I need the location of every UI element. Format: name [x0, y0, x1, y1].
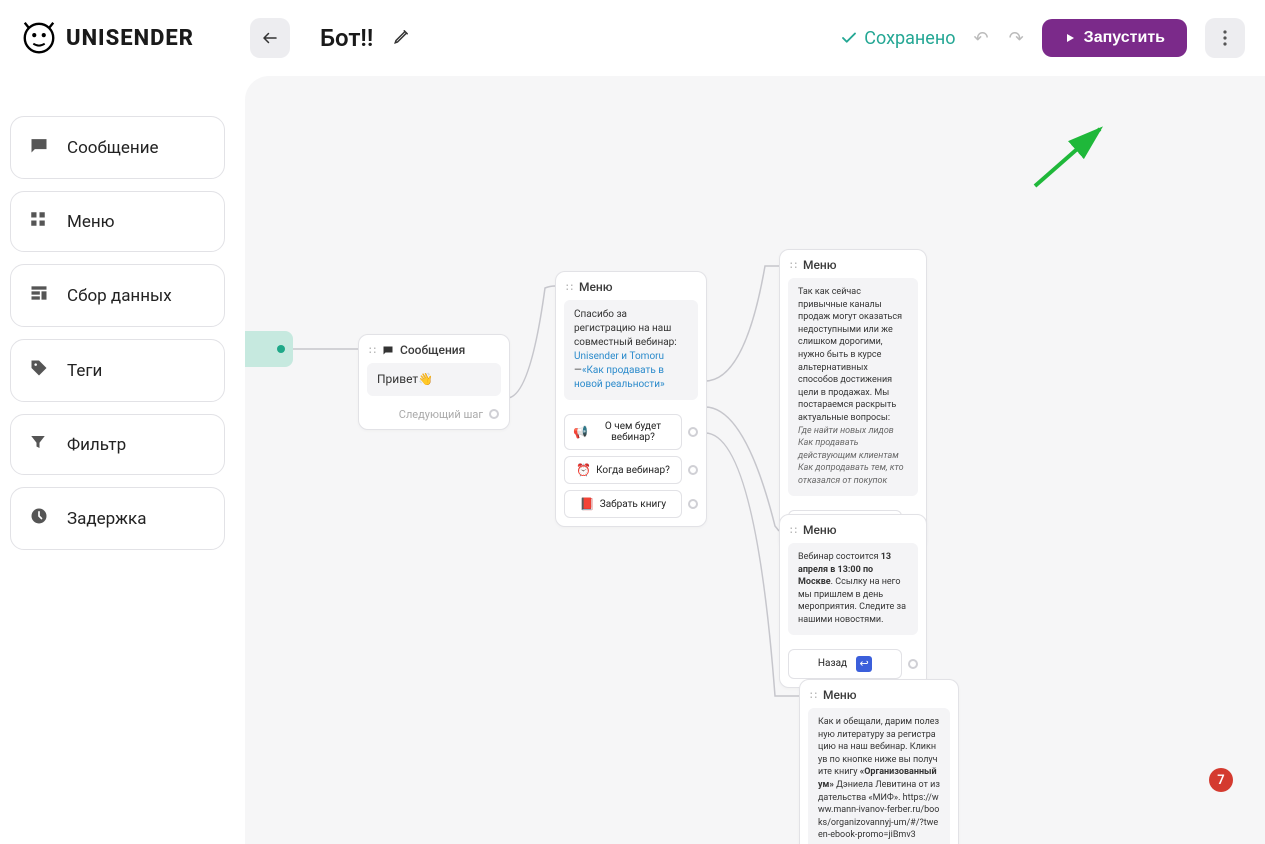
menu-option-book[interactable]: 📕Забрать книгу	[564, 490, 682, 518]
node-header: ∷ Меню	[780, 515, 926, 543]
play-icon	[1064, 32, 1076, 44]
drag-handle-icon[interactable]: ∷	[790, 259, 797, 272]
start-dot-icon	[277, 345, 285, 353]
alarm-icon: ⏰	[576, 463, 591, 477]
arrow-back-icon: ↩	[856, 656, 872, 672]
node-menu-book[interactable]: ∷ Меню Как и обещали, дарим полезную лит…	[799, 679, 959, 844]
menu-option-about[interactable]: 📢О чем будет вебинар?	[564, 414, 682, 450]
saved-status: Сохранено	[840, 28, 955, 49]
brand-logo: UNISENDER	[20, 19, 250, 57]
sidebar: Сообщение Меню Сбор данных Теги Фильтр З…	[0, 76, 235, 844]
connection-lines	[245, 76, 1265, 844]
sidebar-item-label: Теги	[67, 361, 102, 381]
clock-icon	[29, 506, 49, 531]
launch-label: Запустить	[1084, 29, 1165, 47]
node-header: ∷ Сообщения	[359, 335, 509, 363]
logo-icon	[20, 19, 58, 57]
arrow-left-icon	[261, 29, 279, 47]
form-icon	[29, 283, 49, 308]
node-menu-when[interactable]: ∷ Меню Вебинар состоится 13 апреля в 13:…	[779, 514, 927, 688]
app-header: UNISENDER Бот!! Сохранено ↶ ↷ Запустить	[0, 0, 1265, 76]
header-actions: Сохранено ↶ ↷ Запустить	[840, 18, 1245, 58]
notification-badge[interactable]: 7	[1209, 768, 1233, 792]
undo-button[interactable]: ↶	[973, 28, 988, 49]
message-bubble: Привет👋	[367, 363, 501, 396]
drag-handle-icon[interactable]: ∷	[369, 344, 376, 357]
node-messages[interactable]: ∷ Сообщения Привет👋 Следующий шаг	[358, 334, 510, 430]
sidebar-item-tags[interactable]: Теги	[10, 339, 225, 402]
message-bubble: Как и обещали, дарим полезную литературу…	[808, 708, 950, 844]
undo-redo-group: ↶ ↷	[973, 28, 1023, 49]
launch-button[interactable]: Запустить	[1042, 19, 1187, 57]
dots-vertical-icon	[1223, 30, 1227, 46]
drag-handle-icon[interactable]: ∷	[566, 281, 573, 294]
book-icon: 📕	[580, 497, 595, 511]
sidebar-item-label: Сбор данных	[67, 286, 172, 306]
output-port[interactable]	[688, 427, 698, 437]
node-header: ∷ Меню	[556, 272, 706, 300]
check-icon	[840, 29, 858, 47]
more-menu-button[interactable]	[1205, 18, 1245, 58]
drag-handle-icon[interactable]: ∷	[810, 689, 817, 702]
output-port[interactable]	[688, 499, 698, 509]
message-bubble: Так как сейчас привычные каналы продаж м…	[788, 278, 918, 496]
sidebar-item-label: Меню	[67, 212, 115, 232]
pencil-icon	[393, 27, 411, 45]
message-icon	[382, 344, 394, 356]
sidebar-item-filter[interactable]: Фильтр	[10, 414, 225, 475]
message-bubble: Вебинар состоится 13 апреля в 13:00 по М…	[788, 543, 918, 635]
annotation-arrow	[1030, 124, 1110, 194]
node-body: Привет👋	[359, 363, 509, 404]
next-step-label: Следующий шаг	[399, 408, 483, 421]
node-title: Меню	[579, 280, 613, 294]
edit-title-button[interactable]	[393, 27, 411, 49]
node-body: Вебинар состоится 13 апреля в 13:00 по М…	[780, 543, 926, 643]
output-port[interactable]	[489, 409, 499, 419]
node-title: Меню	[823, 688, 857, 702]
node-header: ∷ Меню	[780, 250, 926, 278]
menu-option-when[interactable]: ⏰Когда вебинар?	[564, 456, 682, 484]
redo-button[interactable]: ↷	[1009, 28, 1024, 49]
message-bubble: Спасибо за регистрацию на наш совместный…	[564, 300, 698, 400]
sidebar-item-data-collection[interactable]: Сбор данных	[10, 264, 225, 327]
next-step-port[interactable]: Следующий шаг	[359, 404, 509, 429]
sidebar-item-label: Сообщение	[67, 138, 159, 158]
node-menu-main[interactable]: ∷ Меню Спасибо за регистрацию на наш сов…	[555, 271, 707, 527]
back-button[interactable]	[250, 18, 290, 58]
node-body: Спасибо за регистрацию на наш совместный…	[556, 300, 706, 408]
sidebar-item-label: Задержка	[67, 509, 147, 529]
menu-buttons: 📢О чем будет вебинар? ⏰Когда вебинар? 📕З…	[556, 408, 706, 526]
output-port[interactable]	[908, 659, 918, 669]
message-icon	[29, 135, 49, 160]
menu-option-back[interactable]: Назад↩	[788, 649, 902, 679]
sidebar-item-menu[interactable]: Меню	[10, 191, 225, 252]
page-title: Бот!!	[320, 24, 373, 52]
node-header: ∷ Меню	[800, 680, 958, 708]
tag-icon	[29, 358, 49, 383]
node-title: Меню	[803, 258, 837, 272]
sidebar-item-delay[interactable]: Задержка	[10, 487, 225, 550]
sidebar-item-message[interactable]: Сообщение	[10, 116, 225, 179]
node-body: Так как сейчас привычные каналы продаж м…	[780, 278, 926, 504]
output-port[interactable]	[688, 465, 698, 475]
node-title: Сообщения	[400, 343, 465, 357]
node-body: Как и обещали, дарим полезную литературу…	[800, 708, 958, 844]
drag-handle-icon[interactable]: ∷	[790, 524, 797, 537]
sidebar-item-label: Фильтр	[67, 435, 126, 455]
grid-icon	[29, 210, 49, 233]
main-area: Сообщение Меню Сбор данных Теги Фильтр З…	[0, 76, 1265, 844]
node-menu-about[interactable]: ∷ Меню Так как сейчас привычные каналы п…	[779, 249, 927, 549]
megaphone-icon: 📢	[573, 425, 588, 439]
filter-icon	[29, 433, 49, 456]
node-title: Меню	[803, 523, 837, 537]
brand-text: UNISENDER	[66, 26, 194, 51]
saved-label: Сохранено	[864, 28, 955, 49]
start-trigger[interactable]	[245, 331, 293, 367]
flow-canvas[interactable]: ∷ Сообщения Привет👋 Следующий шаг ∷ Меню…	[245, 76, 1265, 844]
